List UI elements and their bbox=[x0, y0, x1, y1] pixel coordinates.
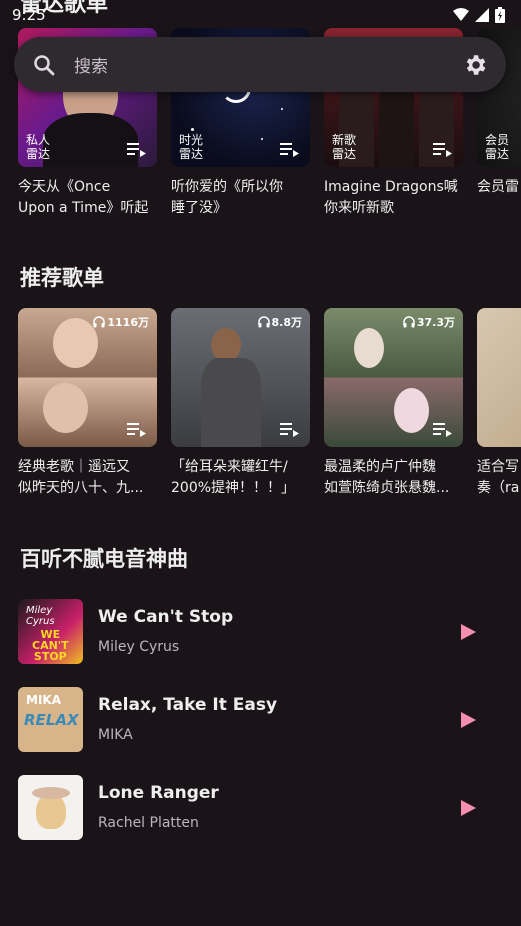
playlist-card[interactable]: 37.3万 最温柔的卢广仲魏 如萱陈绮贞张悬魏... bbox=[324, 308, 463, 499]
play-button[interactable] bbox=[458, 798, 478, 818]
play-count-value: 37.3万 bbox=[416, 316, 455, 329]
queue-icon bbox=[127, 143, 146, 157]
song-artist: MIKA bbox=[98, 727, 133, 743]
play-count-value: 1116万 bbox=[107, 316, 149, 329]
playlist-card-title: 「给耳朵来罐红牛/ 200%提神！！！」 bbox=[171, 459, 296, 496]
song-item[interactable]: Miley Cyrus WE CAN'T STOP We Can't Stop Mi… bbox=[18, 599, 508, 665]
search-bar[interactable]: 搜索 bbox=[14, 37, 506, 92]
headphones-icon bbox=[93, 316, 106, 328]
playlist-card[interactable]: 适合写 奏（ra bbox=[477, 308, 521, 499]
play-count-value: 8.8万 bbox=[271, 316, 303, 329]
radar-cover-label: 新歌 雷达 bbox=[332, 133, 357, 161]
song-item[interactable]: Lone Ranger Rachel Platten bbox=[18, 775, 508, 841]
playlist-cover: 37.3万 bbox=[324, 308, 463, 447]
song-artist: Rachel Platten bbox=[98, 815, 199, 831]
recommended-playlist-row[interactable]: 1116万 经典老歌｜遥远又 似昨天的八十、九... 8.8万 「给耳朵来罐红牛… bbox=[18, 308, 521, 508]
playlist-cover: 1116万 bbox=[18, 308, 157, 447]
search-input[interactable]: 搜索 bbox=[74, 52, 462, 77]
electronic-section-title: 百听不腻电音神曲 bbox=[20, 547, 188, 571]
playlist-card-title: 经典老歌｜遥远又 似昨天的八十、九... bbox=[18, 459, 144, 496]
queue-icon bbox=[280, 423, 299, 437]
playlist-card[interactable]: 1116万 经典老歌｜遥远又 似昨天的八十、九... bbox=[18, 308, 157, 499]
play-button[interactable] bbox=[458, 710, 478, 730]
play-count: 8.8万 bbox=[257, 314, 303, 330]
song-artist: Miley Cyrus bbox=[98, 639, 180, 655]
play-count: 1116万 bbox=[93, 314, 149, 330]
queue-icon bbox=[433, 423, 452, 437]
song-cover bbox=[18, 775, 83, 840]
headphones-icon bbox=[403, 316, 415, 328]
signal-icon bbox=[475, 8, 489, 22]
playlist-cover: 8.8万 bbox=[171, 308, 310, 447]
battery-icon bbox=[495, 7, 505, 23]
play-count: 37.3万 bbox=[403, 314, 455, 330]
radar-cover-label: 时光 雷达 bbox=[179, 133, 204, 161]
playlist-cover bbox=[477, 308, 521, 447]
headphones-icon bbox=[257, 316, 270, 328]
song-cover: Miley Cyrus WE CAN'T STOP bbox=[18, 599, 83, 664]
recommended-section-title: 推荐歌单 bbox=[20, 266, 104, 290]
radar-card-title: 听你爱的《所以你 睡了没》 bbox=[171, 179, 283, 216]
search-icon bbox=[32, 53, 56, 77]
play-button[interactable] bbox=[458, 622, 478, 642]
song-cover: MIKA RELAX bbox=[18, 687, 83, 752]
song-title: We Can't Stop bbox=[98, 607, 234, 627]
wifi-icon bbox=[453, 8, 469, 21]
status-icons bbox=[453, 7, 505, 23]
settings-icon[interactable] bbox=[462, 52, 488, 78]
playlist-card-title: 适合写 奏（ra bbox=[477, 459, 520, 496]
song-title: Lone Ranger bbox=[98, 783, 219, 803]
playlist-card-title: 最温柔的卢广仲魏 如萱陈绮贞张悬魏... bbox=[324, 459, 450, 496]
queue-icon bbox=[433, 143, 452, 157]
playlist-card[interactable]: 8.8万 「给耳朵来罐红牛/ 200%提神！！！」 bbox=[171, 308, 310, 499]
radar-cover-label: 会员 雷达 bbox=[485, 133, 510, 161]
radar-cover-label: 私人 雷达 bbox=[26, 133, 51, 161]
status-time: 9:25 bbox=[12, 6, 46, 24]
song-item[interactable]: MIKA RELAX Relax, Take It Easy MIKA bbox=[18, 687, 508, 753]
song-title: Relax, Take It Easy bbox=[98, 695, 278, 715]
status-bar: 9:25 bbox=[0, 0, 521, 30]
queue-icon bbox=[127, 423, 146, 437]
queue-icon bbox=[280, 143, 299, 157]
radar-card-title: 会员雷 bbox=[477, 179, 519, 195]
radar-card-title: Imagine Dragons喊 你来听新歌 bbox=[324, 179, 458, 216]
radar-card-title: 今天从《Once Upon a Time》听起 bbox=[18, 179, 149, 216]
